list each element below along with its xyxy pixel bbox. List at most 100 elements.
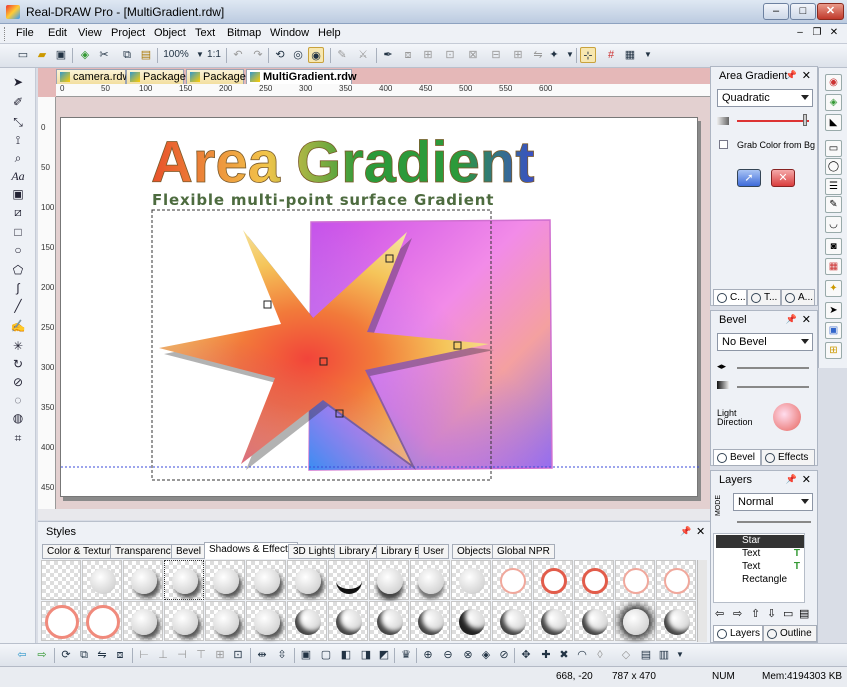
mdi-close-icon[interactable]: ✕ [827, 26, 841, 40]
layer-down-icon[interactable]: ⇩ [767, 607, 776, 620]
menu-window[interactable]: Window [270, 27, 309, 39]
menu-help[interactable]: Help [318, 27, 341, 39]
style-thumb[interactable] [656, 601, 696, 641]
style-thumb[interactable] [656, 560, 696, 600]
menu-bitmap[interactable]: Bitmap [227, 27, 261, 39]
style-thumb[interactable] [615, 601, 655, 641]
align-middle-icon[interactable]: ⊞ [212, 647, 228, 663]
style-thumb[interactable] [615, 560, 655, 600]
brush-style-icon[interactable]: ✎ [825, 196, 842, 213]
flip-icon[interactable]: ⇋ [530, 47, 546, 63]
order-icon[interactable]: ◩ [376, 647, 392, 663]
pin-icon[interactable]: 📌 [786, 474, 797, 485]
rotate-icon[interactable]: ⟲ [272, 47, 288, 63]
exclude-icon[interactable]: ◈ [478, 647, 494, 663]
gradient-type-select[interactable]: Quadratic [717, 89, 813, 107]
ellipse-tool-icon[interactable]: ○ [10, 242, 26, 258]
light-direction-sphere[interactable] [773, 403, 801, 431]
bevel-preset-select[interactable]: No Bevel [717, 333, 813, 351]
close-panel-icon[interactable]: ✕ [802, 313, 811, 326]
close-panel-icon[interactable]: ✕ [802, 69, 811, 82]
brush-icon[interactable]: ✎ [334, 47, 350, 63]
spray-tool-icon[interactable]: ✳ [10, 338, 26, 354]
style-thumb[interactable] [410, 601, 450, 641]
send-back-icon[interactable]: ▢ [318, 647, 334, 663]
duplicate-icon[interactable]: ⧉ [76, 647, 92, 663]
node-smooth-icon[interactable]: ◠ [574, 647, 590, 663]
import-icon[interactable]: ◈ [77, 47, 93, 63]
tab-3d-lights[interactable]: 3D Lights [288, 544, 341, 559]
pin-icon[interactable]: 📌 [680, 526, 691, 537]
style-thumb[interactable] [328, 601, 368, 641]
drawing-page[interactable]: Area Gradient Flexible multi-point surfa… [60, 117, 699, 497]
gradient-handle[interactable] [263, 300, 272, 309]
cursor-icon[interactable]: ➤ [825, 302, 842, 319]
crop-tool-icon[interactable]: ⌗ [10, 430, 26, 446]
clear-icon[interactable]: ◇ [618, 647, 634, 663]
mdi-restore-icon[interactable]: ❐ [810, 26, 824, 40]
layer-delete-icon[interactable]: ▤ [799, 607, 809, 620]
doc-tab-camera[interactable]: camera.rdw [56, 69, 130, 84]
node-tool-icon[interactable]: ⤡ [10, 114, 26, 130]
layer-new-icon[interactable]: ▭ [783, 607, 793, 620]
copy-icon[interactable]: ⧉ [119, 47, 135, 63]
guides-icon[interactable]: ▦ [622, 47, 638, 63]
smudge-tool-icon[interactable]: ⊘ [10, 374, 26, 390]
align-left-icon[interactable]: ⊢ [136, 647, 152, 663]
align-right-icon[interactable]: ⊣ [174, 647, 190, 663]
tab-user[interactable]: User [418, 544, 450, 559]
center-page-icon[interactable]: ⊡ [230, 647, 246, 663]
style-thumb[interactable] [492, 560, 532, 600]
open-icon[interactable]: ▰ [34, 47, 50, 63]
image-tool-icon[interactable]: ▣ [10, 186, 26, 202]
bevel-depth-slider[interactable] [737, 367, 809, 369]
style-thumb[interactable] [41, 601, 81, 641]
layer-item-rectangle[interactable]: Rectangle [716, 574, 804, 587]
forward-icon[interactable]: ◧ [338, 647, 354, 663]
reshape-tool-icon[interactable]: ⟟ [10, 132, 26, 148]
style-thumb[interactable] [369, 601, 409, 641]
polygon-tool-icon[interactable]: ⬠ [10, 262, 26, 278]
layers-icon[interactable]: ☰ [825, 178, 842, 195]
menu-object[interactable]: Object [154, 27, 186, 39]
node-add-icon[interactable]: ✚ [538, 647, 554, 663]
doc-tab-package-2[interactable]: Package [186, 69, 246, 84]
transform-icon[interactable]: ⟳ [58, 647, 74, 663]
grab-color-checkbox[interactable] [719, 140, 728, 149]
special-tool-icon[interactable]: ✦ [546, 47, 562, 63]
style-thumb[interactable] [287, 560, 327, 600]
menu-edit[interactable]: Edit [48, 27, 67, 39]
weld-icon[interactable]: ⊕ [420, 647, 436, 663]
tab-shadows-effects[interactable]: Shadows & Effects [204, 542, 298, 559]
area-gradient-icon[interactable]: ◈ [825, 94, 842, 111]
close-panel-icon[interactable]: ✕ [696, 525, 705, 538]
style-thumb[interactable] [574, 560, 614, 600]
opacity-slider[interactable] [737, 521, 811, 523]
navigator-icon[interactable]: ▣ [825, 322, 842, 339]
tab-area[interactable]: A... [781, 289, 815, 306]
layer-up-icon[interactable]: ⇧ [751, 607, 760, 620]
align-center-icon[interactable]: ⊥ [155, 647, 171, 663]
style-thumb[interactable] [328, 560, 368, 600]
style-thumb[interactable] [369, 560, 409, 600]
snap-icon[interactable]: ⊹ [580, 47, 596, 63]
layer-item-star[interactable]: Star [716, 535, 804, 548]
break-icon[interactable]: ⊠ [465, 47, 481, 63]
bottom-dropdown-icon[interactable]: ▼ [672, 647, 688, 663]
tab-global-npr[interactable]: Global NPR [492, 544, 555, 559]
style-thumb[interactable] [41, 560, 81, 600]
blend-mode-select[interactable]: Normal [733, 493, 813, 511]
tab-color-texture[interactable]: Color & Texture [42, 544, 121, 559]
apply-gradient-button[interactable]: ➚ [737, 169, 761, 187]
distribute-v-icon[interactable]: ⇳ [274, 647, 290, 663]
grid-icon[interactable]: # [603, 47, 619, 63]
line-tool-icon[interactable]: ╱ [10, 298, 26, 314]
filter-icon[interactable]: ◙ [825, 238, 842, 255]
style-thumb[interactable] [123, 601, 163, 641]
pen-tool-icon[interactable]: ✍ [10, 318, 26, 334]
ungroup-icon[interactable]: ⊞ [420, 47, 436, 63]
style-thumb[interactable] [533, 560, 573, 600]
pointer-tool-icon[interactable]: ➤ [10, 74, 26, 90]
maximize-button[interactable]: □ [790, 3, 816, 20]
styles-scrollbar[interactable] [697, 560, 707, 642]
